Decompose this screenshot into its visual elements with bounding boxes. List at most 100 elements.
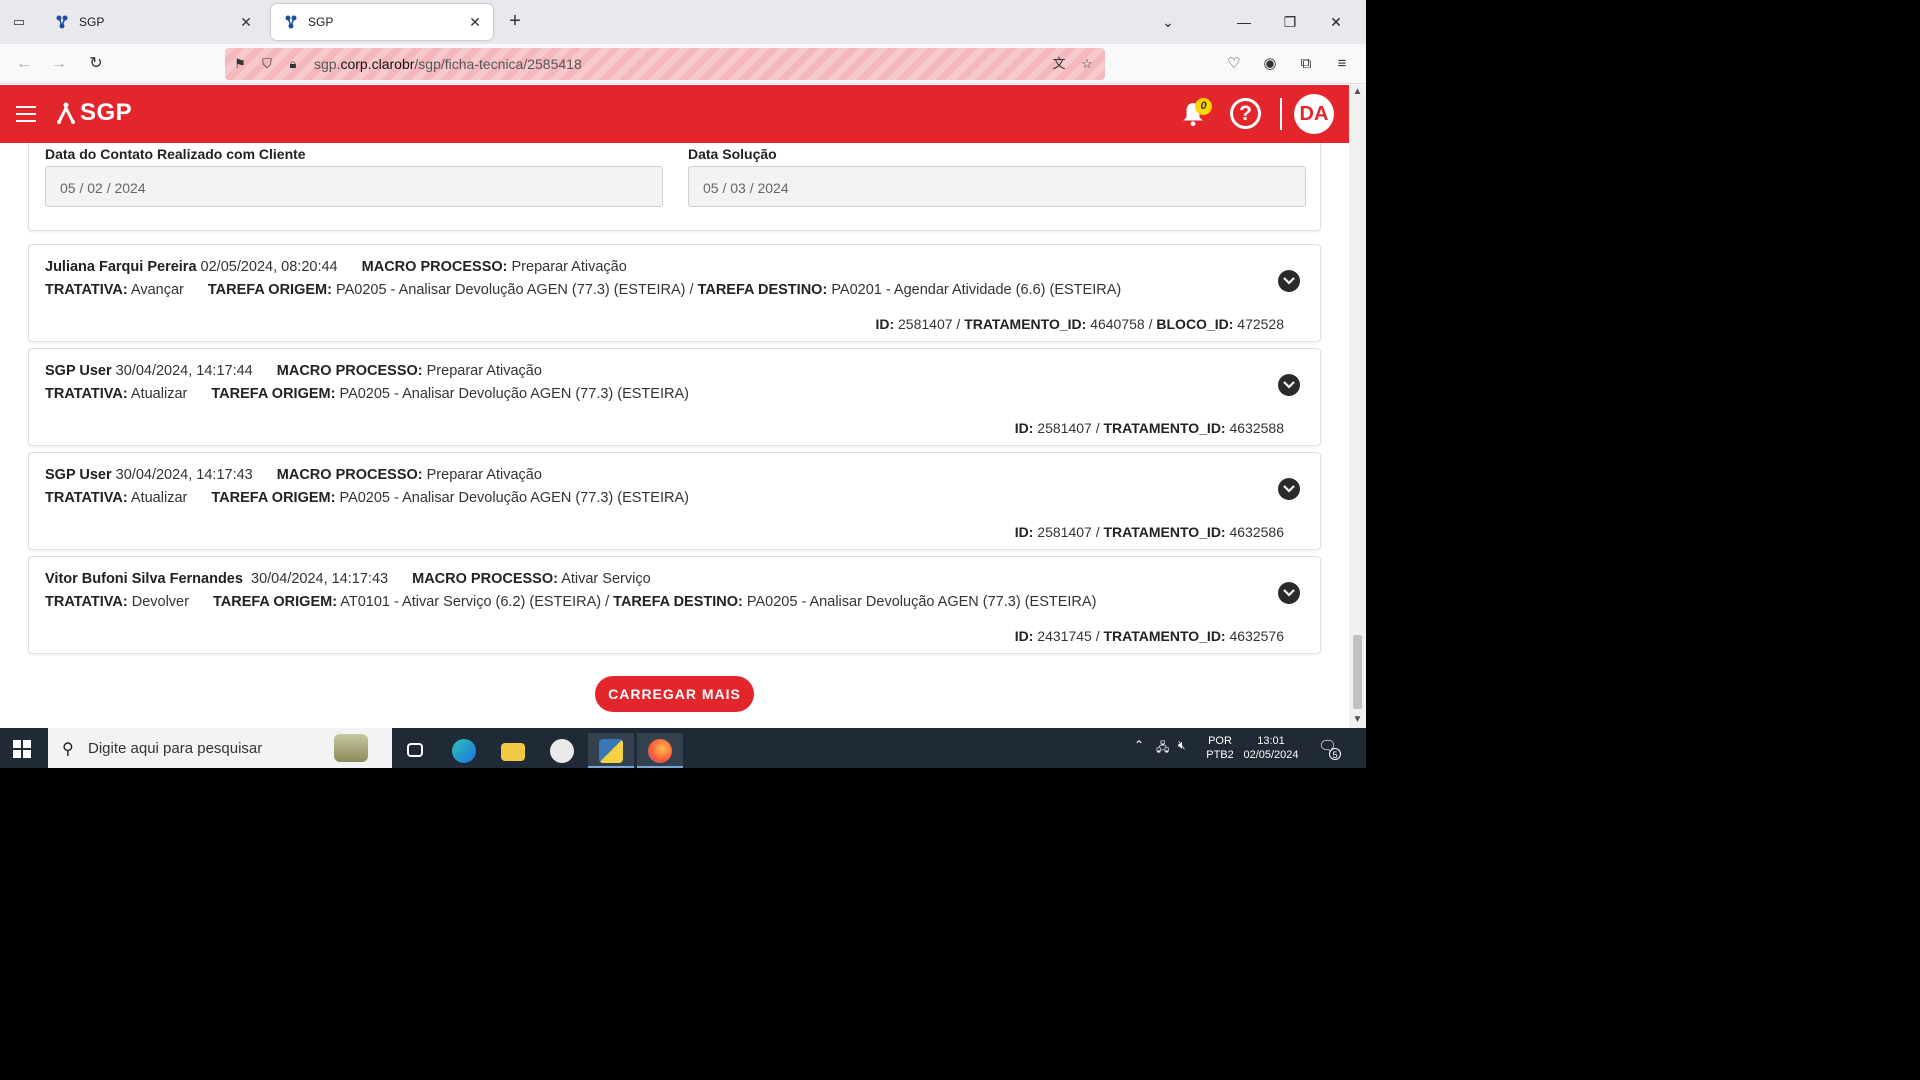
task-view-icon[interactable] — [392, 733, 438, 768]
extensions-icon[interactable]: ⧉ — [1294, 52, 1318, 76]
scrollbar-thumb[interactable] — [1353, 635, 1362, 709]
close-tab-icon[interactable]: ✕ — [238, 14, 254, 31]
clock[interactable]: 13:01 02/05/2024 — [1240, 734, 1302, 762]
chevron-down-icon[interactable] — [1278, 270, 1300, 292]
hamburger-menu-icon[interactable] — [16, 106, 36, 122]
solution-date-input[interactable]: 05 / 03 / 2024 — [688, 166, 1306, 207]
macro-label: MACRO PROCESSO: — [412, 571, 558, 587]
chevron-down-icon[interactable] — [1278, 374, 1300, 396]
tratativa-label: TRATATIVA: — [45, 594, 128, 610]
separator: / — [1144, 316, 1157, 332]
lock-icon[interactable]: 🔒︎ — [284, 55, 302, 73]
browser-tab-strip: ▭ SGP ✕ SGP ✕ + ⌄ — ❐ ✕ — [0, 0, 1366, 44]
id-value: 2581407 — [898, 316, 953, 332]
file-explorer-icon[interactable] — [490, 733, 536, 768]
sgp-logo[interactable]: SGP — [56, 99, 132, 127]
origem-label: TAREFA ORIGEM: — [211, 490, 336, 506]
destino-label: TAREFA DESTINO: — [697, 282, 828, 298]
bookmark-star-icon[interactable]: ☆ — [1078, 55, 1096, 73]
tratamento-value: 4632576 — [1229, 628, 1284, 644]
tratativa-value: Atualizar — [130, 490, 188, 506]
firefox-icon[interactable] — [637, 733, 683, 768]
tratamento-value: 4632586 — [1229, 524, 1284, 540]
menu-icon[interactable]: ≡ — [1330, 52, 1354, 76]
tratativa-label: TRATATIVA: — [45, 490, 128, 506]
url-path: /sgp/ficha-tecnica/2585418 — [414, 56, 582, 72]
id-value: 2581407 — [1037, 420, 1092, 436]
contact-date-label: Data do Contato Realizado com Cliente — [45, 146, 306, 162]
history-item[interactable]: Juliana Farqui Pereira 02/05/2024, 08:20… — [28, 244, 1321, 342]
browser-tab-2[interactable]: SGP ✕ — [271, 4, 493, 40]
history-datetime: 02/05/2024, 08:20:44 — [200, 259, 338, 275]
user-avatar[interactable]: DA — [1294, 94, 1334, 134]
tratamento-value: 4640758 — [1090, 316, 1145, 332]
contact-date-input[interactable]: 05 / 02 / 2024 — [45, 166, 663, 207]
tratativa-value: Devolver — [131, 594, 189, 610]
new-tab-icon[interactable]: + — [503, 10, 527, 34]
sgp-favicon-icon — [56, 15, 68, 29]
history-item[interactable]: SGP User 30/04/2024, 14:17:44 MACRO PROC… — [28, 348, 1321, 446]
close-window-icon[interactable]: ✕ — [1324, 10, 1348, 34]
notification-badge: 0 — [1195, 98, 1212, 115]
page-scrollbar[interactable]: ▲ ▼ — [1349, 85, 1366, 728]
taskbar-search[interactable]: ⚲ Digite aqui para pesquisar — [48, 728, 392, 768]
macro-value: Preparar Ativação — [511, 259, 627, 275]
windows-start-icon[interactable] — [13, 740, 31, 758]
translate-icon[interactable]: 文 — [1050, 55, 1068, 73]
url-text[interactable]: sgp.corp.clarobr/sgp/ficha-tecnica/25854… — [314, 56, 582, 72]
chevron-down-icon[interactable] — [1278, 478, 1300, 500]
tab-overflow-chevron-icon[interactable]: ⌄ — [1156, 10, 1180, 34]
volume-muted-icon[interactable]: 🔇︎ — [1178, 738, 1186, 753]
solution-date-label: Data Solução — [688, 146, 777, 162]
close-tab-icon[interactable]: ✕ — [467, 14, 483, 31]
help-icon[interactable]: ? — [1230, 98, 1261, 129]
remote-control-icon: ⚑ — [234, 56, 246, 71]
origem-label: TAREFA ORIGEM: — [211, 386, 336, 402]
macro-label: MACRO PROCESSO: — [276, 467, 423, 483]
scroll-down-icon[interactable]: ▼ — [1349, 713, 1366, 727]
history-ids: ID: 2581407 / TRATAMENTO_ID: 4632588 — [1015, 420, 1284, 436]
history-item[interactable]: SGP User 30/04/2024, 14:17:43 MACRO PROC… — [28, 452, 1321, 550]
clock-app-icon[interactable] — [539, 733, 585, 768]
tratamento-label: TRATAMENTO_ID: — [1103, 524, 1226, 540]
reload-icon[interactable]: ↻ — [84, 52, 108, 76]
tab-title: SGP — [79, 15, 105, 29]
history-ids: ID: 2581407 / TRATAMENTO_ID: 4632586 — [1015, 524, 1284, 540]
separator: / — [952, 316, 965, 332]
url-bar[interactable]: ⚑ ⛉ 🔒︎ sgp.corp.clarobr/sgp/ficha-tecnic… — [225, 48, 1105, 80]
history-header-line: SGP User 30/04/2024, 14:17:43 MACRO PROC… — [45, 467, 542, 483]
pocket-icon[interactable]: ♡ — [1222, 52, 1246, 76]
python-app-icon[interactable] — [588, 733, 634, 768]
history-detail-line: TRATATIVA: Devolver TAREFA ORIGEM: AT010… — [45, 594, 1096, 610]
scroll-up-icon[interactable]: ▲ — [1349, 85, 1366, 99]
origem-value: PA0205 - Analisar Devolução AGEN (77.3) … — [335, 282, 686, 298]
back-icon[interactable]: ← — [12, 52, 36, 76]
tab-list-icon[interactable]: ▭ — [8, 12, 30, 32]
history-user: Juliana Farqui Pereira — [45, 259, 197, 275]
sgp-logo-icon — [57, 102, 75, 124]
screen: ▭ SGP ✕ SGP ✕ + ⌄ — ❐ ✕ ← → ↻ ⚑ ⛉ 🔒︎ sgp… — [0, 0, 1366, 768]
network-icon[interactable]: 🖧︎ — [1156, 738, 1169, 759]
id-label: ID: — [1014, 628, 1034, 644]
load-more-button[interactable]: CARREGAR MAIS — [595, 676, 754, 712]
sgp-favicon-icon — [285, 15, 297, 29]
edge-icon[interactable] — [441, 733, 487, 768]
minimize-icon[interactable]: — — [1232, 10, 1256, 34]
shield-icon[interactable]: ⛉ — [258, 55, 276, 73]
destino-value: PA0205 - Analisar Devolução AGEN (77.3) … — [746, 594, 1097, 610]
history-ids: ID: 2581407 / TRATAMENTO_ID: 4640758 / B… — [875, 316, 1284, 332]
origem-value: AT0101 - Ativar Serviço (6.2) (ESTEIRA) — [340, 594, 602, 610]
language-indicator[interactable]: POR PTB2 — [1202, 734, 1238, 762]
chevron-down-icon[interactable] — [1278, 582, 1300, 604]
forward-icon[interactable]: → — [47, 52, 71, 76]
id-value: 2581407 — [1037, 524, 1092, 540]
browser-tab-1[interactable]: SGP ✕ — [42, 4, 264, 40]
history-item[interactable]: Vitor Bufoni Silva Fernandes 30/04/2024,… — [28, 556, 1321, 654]
restore-icon[interactable]: ❐ — [1278, 10, 1302, 34]
tratamento-label: TRATAMENTO_ID: — [1103, 420, 1226, 436]
tratativa-value: Atualizar — [130, 386, 188, 402]
tray-chevron-icon[interactable]: ⌃ — [1134, 738, 1144, 752]
account-icon[interactable]: ◉ — [1258, 52, 1282, 76]
id-label: ID: — [875, 316, 895, 332]
macro-value: Preparar Ativação — [426, 363, 542, 379]
